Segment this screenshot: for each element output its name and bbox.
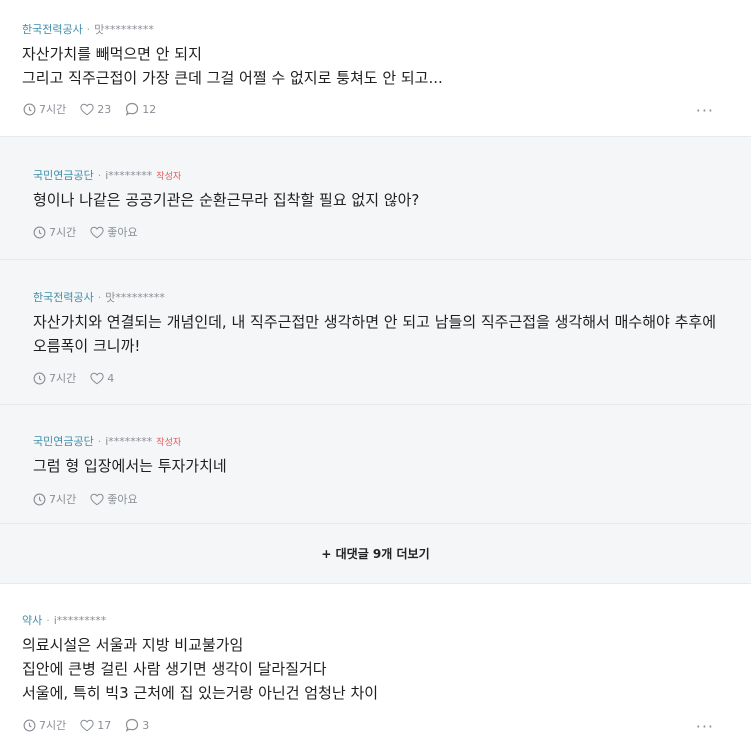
comment-line: 형이나 나같은 공공기관은 순환근무라 집착할 필요 없지 않아? [33, 191, 420, 209]
reply: 한국전력공사 · 맛********* 자산가치와 연결되는 개념인데, 내 직주근… [0, 259, 751, 404]
time-text: 7시간 [49, 372, 77, 385]
clock-icon [23, 103, 36, 115]
separator-dot: · [86, 23, 91, 36]
time-text: 7시간 [49, 493, 77, 506]
separator-dot: · [97, 435, 102, 448]
comment-line: 그리고 직주근접이 가장 큰데 그걸 어쩔 수 없지로 퉁쳐도 안 되고... [22, 69, 443, 87]
company-name[interactable]: 국민연금공단 [33, 435, 94, 448]
like-count: 4 [107, 371, 115, 385]
like-button[interactable]: 17 [80, 719, 111, 732]
comment-meta: 7시간 17 3 [23, 717, 163, 733]
like-button[interactable]: 좋아요 [90, 224, 138, 240]
more-dots-icon[interactable]: ··· [696, 101, 714, 120]
like-button[interactable]: 23 [80, 103, 111, 116]
comment-line: 집안에 큰병 걸린 사람 생기면 생각이 달라질거다 [22, 660, 327, 678]
like-label: 좋아요 [107, 493, 138, 506]
username[interactable]: i******** [105, 169, 152, 182]
comment-body: 그럼 형 입장에서는 투자가치네 [33, 454, 227, 478]
heart-icon [90, 372, 104, 384]
time-stamp: 7시간 [33, 224, 76, 240]
separator-dot: · [46, 614, 50, 627]
separator-dot: · [97, 169, 102, 182]
clock-icon [33, 493, 46, 505]
time-stamp: 7시간 [23, 717, 66, 733]
company-name[interactable]: 국민연금공단 [33, 169, 94, 182]
more-replies-button[interactable]: + 대댓글 9개 더보기 [0, 523, 751, 584]
comment: 약사 · i********* 의료시설은 서울과 지방 비교불가임 집안에 큰병 … [0, 584, 751, 752]
reply-button[interactable]: 3 [125, 718, 149, 732]
comment-line: 자산가치와 연결되는 개념인데, 내 직주근접만 생각하면 안 되고 남들의 직… [33, 313, 716, 331]
company-name[interactable]: 약사 [22, 614, 42, 627]
time-text: 7시간 [49, 226, 77, 239]
heart-icon [80, 103, 94, 115]
heart-icon [90, 226, 104, 238]
reply-count: 3 [142, 718, 150, 732]
comment-header: 국민연금공단 · i******** 작성자 [33, 433, 181, 449]
clock-icon [33, 226, 46, 238]
comment-body: 의료시설은 서울과 지방 비교불가임 집안에 큰병 걸린 사람 생기면 생각이 … [22, 633, 378, 705]
clock-icon [33, 372, 46, 384]
speech-bubble-icon [126, 718, 139, 732]
comment-body: 자산가치와 연결되는 개념인데, 내 직주근접만 생각하면 안 되고 남들의 직… [33, 310, 716, 358]
heart-icon [90, 493, 104, 505]
username[interactable]: i******** [105, 435, 152, 448]
comment-line: 의료시설은 서울과 지방 비교불가임 [22, 636, 244, 654]
like-button[interactable]: 좋아요 [90, 491, 138, 507]
comment-line: 그럼 형 입장에서는 투자가치네 [33, 457, 227, 475]
comment-line: 서울에, 특히 빅3 근처에 집 있는거랑 아닌건 엄청난 차이 [22, 684, 379, 702]
author-badge: 작성자 [156, 172, 182, 182]
company-name[interactable]: 한국전력공사 [33, 291, 94, 304]
reply-button[interactable]: 12 [125, 102, 156, 116]
comment-header: 국민연금공단 · i******** 작성자 [33, 167, 181, 183]
comment-header: 한국전력공사 · 맛********* [22, 21, 154, 37]
reply: 국민연금공단 · i******** 작성자 형이나 나같은 공공기관은 순환근무라 … [0, 136, 751, 259]
comment-header: 약사 · i********* [22, 612, 106, 628]
comment-meta: 7시간 23 12 [23, 101, 170, 117]
username[interactable]: 맛********* [105, 291, 165, 304]
comment-body: 형이나 나같은 공공기관은 순환근무라 집착할 필요 없지 않아? [33, 188, 419, 212]
like-button[interactable]: 4 [90, 372, 114, 385]
author-badge: 작성자 [156, 438, 182, 448]
time-stamp: 7시간 [33, 370, 76, 386]
comment-line: 자산가치를 빼먹으면 안 되지 [22, 45, 202, 63]
company-name[interactable]: 한국전력공사 [22, 23, 83, 36]
heart-icon [80, 719, 94, 731]
separator-dot: · [97, 291, 102, 304]
reply-count: 12 [142, 102, 157, 116]
comment-header: 한국전력공사 · 맛********* [33, 289, 165, 305]
clock-icon [23, 719, 36, 731]
time-text: 7시간 [39, 719, 67, 732]
like-label: 좋아요 [107, 226, 138, 239]
comment-meta: 7시간 4 [33, 370, 128, 386]
more-dots-icon[interactable]: ··· [696, 717, 714, 736]
like-count: 23 [97, 102, 112, 116]
comment-line: 오름폭이 크니까! [33, 337, 141, 355]
time-text: 7시간 [39, 103, 67, 116]
time-stamp: 7시간 [23, 101, 66, 117]
username[interactable]: i********* [54, 614, 107, 627]
reply: 국민연금공단 · i******** 작성자 그럼 형 입장에서는 투자가치네 7시간… [0, 404, 751, 523]
username[interactable]: 맛********* [94, 23, 154, 36]
speech-bubble-icon [126, 102, 139, 116]
time-stamp: 7시간 [33, 491, 76, 507]
comment-meta: 7시간 좋아요 [33, 491, 152, 507]
comment-meta: 7시간 좋아요 [33, 224, 152, 240]
comment: 한국전력공사 · 맛********* 자산가치를 빼먹으면 안 되지 그리고 직주… [0, 0, 751, 136]
comment-body: 자산가치를 빼먹으면 안 되지 그리고 직주근접이 가장 큰데 그걸 어쩔 수 … [22, 42, 443, 90]
like-count: 17 [97, 718, 112, 732]
